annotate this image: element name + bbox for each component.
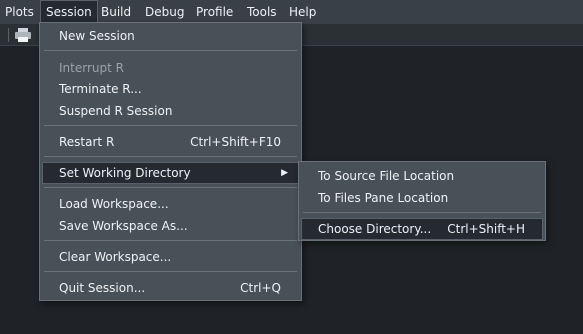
save-workspace-as-item[interactable]: Save Workspace As... xyxy=(42,215,299,237)
quit-session-label: Quit Session... xyxy=(59,281,146,295)
menu-separator xyxy=(44,50,297,51)
menu-tools[interactable]: Tools xyxy=(242,0,282,24)
set-working-directory-label: Set Working Directory xyxy=(59,166,191,180)
session-menu: New Session Interrupt R Terminate R... S… xyxy=(39,22,302,301)
suspend-r-session-label: Suspend R Session xyxy=(59,104,173,118)
menu-help[interactable]: Help xyxy=(284,0,321,24)
menu-separator xyxy=(44,156,297,157)
clear-workspace-item[interactable]: Clear Workspace... xyxy=(42,246,299,268)
menu-build[interactable]: Build xyxy=(96,0,136,24)
clear-workspace-label: Clear Workspace... xyxy=(59,250,172,264)
terminate-r-item[interactable]: Terminate R... xyxy=(42,78,299,100)
submenu-arrow-icon: ▶ xyxy=(281,168,288,178)
interrupt-r-item: Interrupt R xyxy=(42,57,299,79)
choose-directory-shortcut: Ctrl+Shift+H xyxy=(447,222,525,236)
choose-directory-item[interactable]: Choose Directory... Ctrl+Shift+H xyxy=(301,218,543,240)
new-session-label: New Session xyxy=(59,29,135,43)
menu-separator xyxy=(44,271,297,272)
suspend-r-session-item[interactable]: Suspend R Session xyxy=(42,100,299,122)
to-source-file-location-label: To Source File Location xyxy=(318,169,455,183)
load-workspace-label: Load Workspace... xyxy=(59,197,169,211)
menu-separator xyxy=(44,187,297,188)
working-directory-submenu: To Source File Location To Files Pane Lo… xyxy=(298,161,546,241)
quit-session-item[interactable]: Quit Session... Ctrl+Q xyxy=(42,277,299,299)
save-workspace-as-label: Save Workspace As... xyxy=(59,219,188,233)
terminate-r-label: Terminate R... xyxy=(59,82,142,96)
restart-r-shortcut: Ctrl+Shift+F10 xyxy=(190,135,281,149)
toolbar-separator xyxy=(8,28,9,42)
menu-debug[interactable]: Debug xyxy=(140,0,189,24)
choose-directory-label: Choose Directory... xyxy=(318,222,432,236)
menu-separator xyxy=(44,240,297,241)
quit-session-shortcut: Ctrl+Q xyxy=(240,281,281,295)
menu-profile[interactable]: Profile xyxy=(191,0,238,24)
menu-separator xyxy=(303,212,541,213)
menu-session[interactable]: Session xyxy=(40,0,98,24)
to-files-pane-location-item[interactable]: To Files Pane Location xyxy=(301,187,543,209)
menu-plots[interactable]: Plots xyxy=(0,0,39,24)
menu-separator xyxy=(44,125,297,126)
load-workspace-item[interactable]: Load Workspace... xyxy=(42,193,299,215)
to-files-pane-location-label: To Files Pane Location xyxy=(318,191,449,205)
set-working-directory-item[interactable]: Set Working Directory ▶ xyxy=(42,162,299,184)
to-source-file-location-item[interactable]: To Source File Location xyxy=(301,165,543,187)
restart-r-label: Restart R xyxy=(59,135,115,149)
new-session-item[interactable]: New Session xyxy=(42,25,299,47)
interrupt-r-label: Interrupt R xyxy=(59,61,124,75)
restart-r-item[interactable]: Restart R Ctrl+Shift+F10 xyxy=(42,131,299,153)
print-icon[interactable] xyxy=(14,28,32,42)
